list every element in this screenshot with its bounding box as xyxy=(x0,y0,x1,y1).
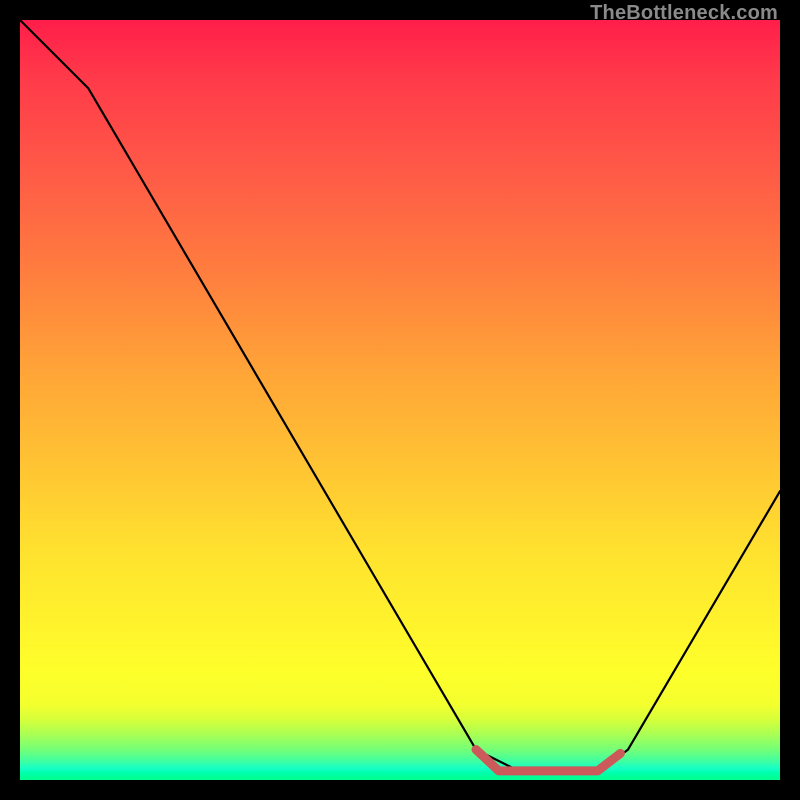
chart-svg xyxy=(20,20,780,780)
plot-area xyxy=(20,20,780,780)
bottleneck-curve xyxy=(20,20,780,772)
watermark-text: TheBottleneck.com xyxy=(590,2,778,25)
